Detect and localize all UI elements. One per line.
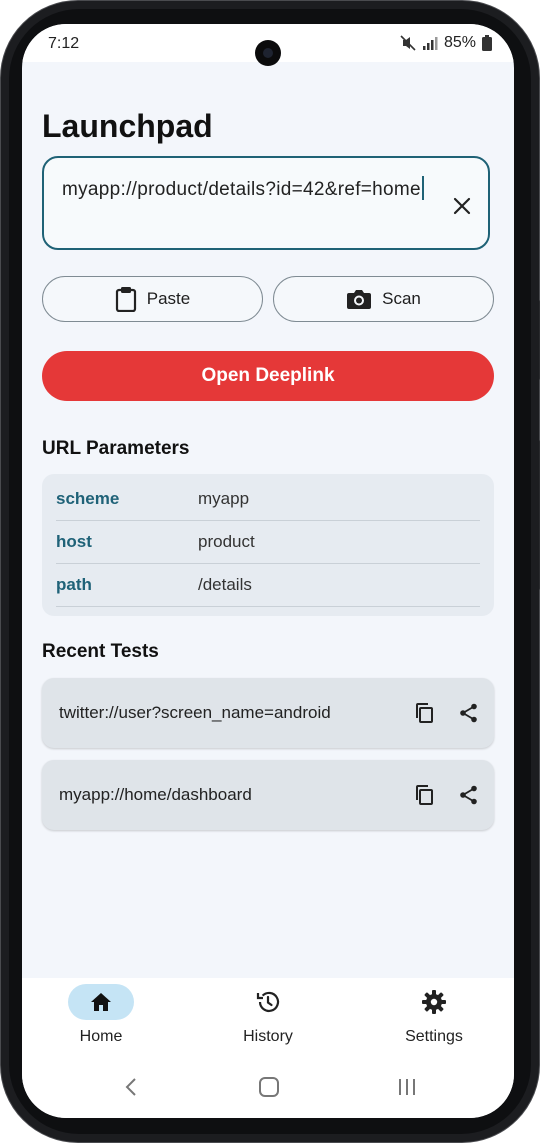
text-cursor <box>421 176 424 200</box>
deeplink-input[interactable]: myapp://product/details?id=42&ref=home <box>42 156 490 250</box>
recent-tests-heading: Recent Tests <box>42 641 159 662</box>
nav-item-home[interactable]: Home <box>41 984 161 1054</box>
nav-icon-container <box>401 984 467 1020</box>
back-icon[interactable] <box>122 1076 142 1098</box>
bottom-navigation: Home History Settings <box>22 978 514 1058</box>
front-camera <box>255 40 281 66</box>
nav-label-settings: Settings <box>405 1028 463 1045</box>
status-time: 7:12 <box>48 35 80 52</box>
url-parameters-card: scheme myapp host product path /details <box>42 474 494 616</box>
url-parameters-heading: URL Parameters <box>42 438 190 459</box>
param-key: host <box>56 532 92 551</box>
recent-test-item[interactable]: myapp://home/dashboard <box>42 760 494 830</box>
param-key: scheme <box>56 489 120 508</box>
status-icons: 85% <box>400 34 492 52</box>
paste-button-label: Paste <box>146 289 191 308</box>
nav-label-home: Home <box>79 1028 123 1045</box>
recents-icon[interactable] <box>396 1076 418 1098</box>
param-key: path <box>56 575 92 594</box>
deeplink-input-value: myapp://product/details?id=42&ref=home <box>62 179 421 200</box>
clipboard-icon <box>115 287 136 312</box>
camera-icon <box>347 290 372 309</box>
gear-icon <box>422 990 446 1014</box>
home-button-icon[interactable] <box>258 1076 280 1098</box>
nav-active-indicator <box>68 984 134 1020</box>
home-icon <box>91 993 111 1011</box>
param-value: /details <box>198 575 252 594</box>
paste-button[interactable]: Paste <box>42 276 263 322</box>
param-value: product <box>198 532 255 551</box>
signal-icon <box>422 37 438 50</box>
nav-label-history: History <box>243 1028 293 1045</box>
share-icon[interactable] <box>458 784 480 806</box>
open-deeplink-label: Open Deeplink <box>201 365 335 386</box>
scan-button-label: Scan <box>382 289 421 308</box>
param-value: myapp <box>198 489 250 508</box>
share-icon[interactable] <box>458 702 480 724</box>
open-deeplink-button[interactable]: Open Deeplink <box>42 351 494 401</box>
system-navigation-bar <box>22 1058 514 1118</box>
recent-test-item[interactable]: twitter://user?screen_name=android <box>42 678 494 748</box>
recent-test-url: myapp://home/dashboard <box>59 785 252 804</box>
copy-icon[interactable] <box>414 784 436 806</box>
copy-icon[interactable] <box>414 702 436 724</box>
nav-item-history[interactable]: History <box>208 984 328 1054</box>
param-row: path /details <box>56 564 480 607</box>
param-row: scheme myapp <box>56 478 480 521</box>
deeplink-input-text[interactable]: myapp://product/details?id=42&ref=home <box>62 174 432 205</box>
screen: 7:12 85% Launchpad myapp://product/detai… <box>22 24 514 1118</box>
status-bar: 7:12 85% <box>22 24 514 66</box>
history-icon <box>256 991 280 1012</box>
nav-item-settings[interactable]: Settings <box>374 984 494 1054</box>
page-title: Launchpad <box>42 108 213 144</box>
battery-percent: 85% <box>443 34 476 51</box>
mute-vibrate-icon <box>400 35 416 51</box>
param-row: host product <box>56 521 480 564</box>
nav-icon-container <box>235 984 301 1020</box>
clear-icon[interactable] <box>450 194 474 218</box>
phone-device: 7:12 85% Launchpad myapp://product/detai… <box>0 0 540 1143</box>
scan-button[interactable]: Scan <box>273 276 494 322</box>
battery-icon <box>482 35 492 51</box>
recent-test-url: twitter://user?screen_name=android <box>59 703 331 722</box>
